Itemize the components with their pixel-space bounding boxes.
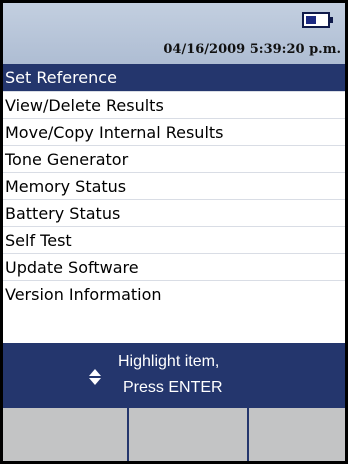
device-screen: 04/16/2009 5:39:20 p.m. Set Reference Vi…	[0, 0, 348, 464]
battery-icon	[302, 12, 330, 28]
softkey-2[interactable]	[127, 408, 247, 461]
instruction-panel: Highlight item, Press ENTER	[3, 343, 345, 408]
menu-item-memory-status[interactable]: Memory Status	[3, 172, 345, 199]
instruction-line-1: Highlight item,	[118, 353, 220, 370]
up-down-arrows-icon	[89, 369, 101, 385]
menu-item-move-copy-internal-results[interactable]: Move/Copy Internal Results	[3, 118, 345, 145]
softkey-3[interactable]	[247, 408, 345, 461]
menu-item-view-delete-results[interactable]: View/Delete Results	[3, 91, 345, 118]
menu-item-update-software[interactable]: Update Software	[3, 253, 345, 280]
main-menu: Set Reference View/Delete Results Move/C…	[3, 64, 345, 307]
status-bar: 04/16/2009 5:39:20 p.m.	[3, 3, 345, 64]
menu-item-self-test[interactable]: Self Test	[3, 226, 345, 253]
menu-item-set-reference[interactable]: Set Reference	[3, 64, 345, 91]
battery-fill	[306, 16, 316, 24]
menu-item-version-information[interactable]: Version Information	[3, 280, 345, 307]
battery-tip	[330, 17, 333, 23]
datetime: 04/16/2009 5:39:20 p.m.	[163, 42, 341, 57]
softkey-bar	[3, 408, 345, 461]
menu-item-battery-status[interactable]: Battery Status	[3, 199, 345, 226]
menu-item-tone-generator[interactable]: Tone Generator	[3, 145, 345, 172]
softkey-1[interactable]	[3, 408, 127, 461]
instruction-line-2: Press ENTER	[123, 379, 223, 396]
